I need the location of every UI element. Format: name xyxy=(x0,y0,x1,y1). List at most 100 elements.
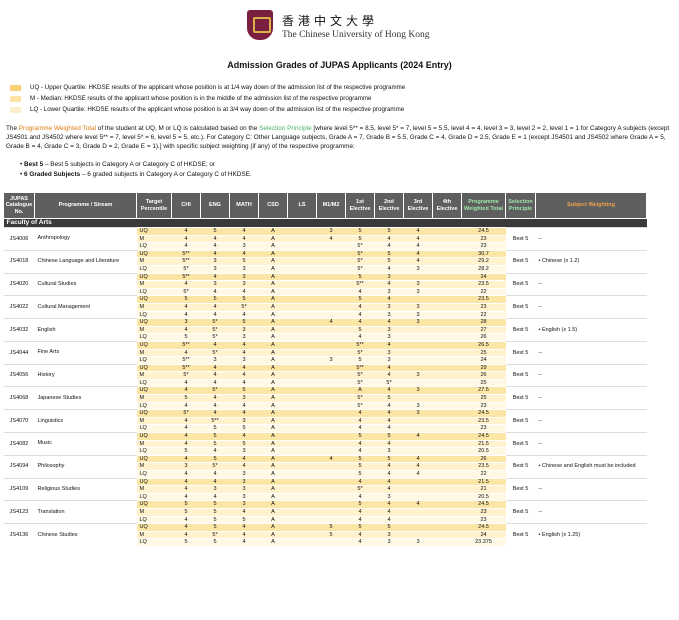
catalogue-number: JS4006 xyxy=(3,227,35,251)
target-percentile: LQ xyxy=(136,447,172,456)
grade-e1: 5 xyxy=(345,234,375,243)
header-programme: Programme / Stream xyxy=(34,192,137,219)
note-text: The xyxy=(6,125,19,132)
grade-chi: 5 xyxy=(171,333,201,342)
grade-e4 xyxy=(432,515,462,524)
grade-math: 4 xyxy=(229,348,259,357)
grade-math: 4 xyxy=(229,409,259,418)
grade-e4 xyxy=(432,318,462,327)
grade-e3: 3 xyxy=(403,386,433,395)
grade-eng: 4 xyxy=(200,310,230,319)
programme-name: Cultural Management xyxy=(34,295,137,319)
grade-e4 xyxy=(432,470,462,479)
target-percentile: LQ xyxy=(136,401,172,410)
grade-e1: 5 xyxy=(345,454,375,463)
selection-principle: Best 5 xyxy=(505,409,536,433)
grade-eng: 3 xyxy=(200,485,230,494)
grade-total: 29 xyxy=(461,363,506,372)
grade-ls xyxy=(287,439,317,448)
grade-ls xyxy=(287,500,317,509)
subject-weighting: -- xyxy=(535,227,647,251)
grade-e2: 3 xyxy=(374,333,404,342)
grade-ls xyxy=(287,394,317,403)
grade-e2: 5 xyxy=(374,432,404,441)
grade-m: 5 xyxy=(316,523,346,532)
grade-e3 xyxy=(403,348,433,357)
grade-ls xyxy=(287,295,317,304)
grade-csd: A xyxy=(258,264,288,274)
grade-chi: 5 xyxy=(171,500,201,509)
table-row: JS4018 Chinese Language and Literature UQ 5… xyxy=(3,249,647,274)
grade-ls xyxy=(287,310,317,319)
grade-ls xyxy=(287,378,317,387)
grade-math: 3 xyxy=(229,470,259,479)
grade-ls xyxy=(287,401,317,410)
grade-e4 xyxy=(432,439,462,448)
grade-eng: 5 xyxy=(200,424,230,433)
target-percentile: UQ xyxy=(136,500,172,509)
catalogue-number: JS4044 xyxy=(3,340,35,365)
grade-e2: 4 xyxy=(374,416,404,425)
grade-e1: 4 xyxy=(345,447,375,456)
grade-m xyxy=(316,295,346,304)
grade-math: 3 xyxy=(229,333,259,342)
grade-chi: 4 xyxy=(171,234,201,243)
grade-e4 xyxy=(432,386,462,395)
faculty-name: Faculty of Arts xyxy=(3,218,647,228)
table-row: JS4070 Linguistics UQ 5* 4 4 A 4 4 3 24.5 Best 5 -- xyxy=(3,409,647,433)
grade-total: 23 xyxy=(461,424,506,433)
selection-principle: Best 5 xyxy=(505,295,536,319)
grade-m xyxy=(316,257,346,266)
grade-m xyxy=(316,272,346,281)
grade-csd: A xyxy=(258,363,288,372)
grade-e3: 3 xyxy=(403,287,433,296)
grade-m xyxy=(316,287,346,296)
grade-math: 3 xyxy=(229,272,259,281)
grade-ls xyxy=(287,538,317,546)
grade-ls xyxy=(287,371,317,380)
grade-e1: 5* xyxy=(345,378,375,387)
grade-math: 4 xyxy=(229,462,259,471)
grade-csd: A xyxy=(258,386,288,395)
grade-chi: 4 xyxy=(171,242,201,251)
grade-total: 25 xyxy=(461,394,506,403)
grade-m xyxy=(316,492,346,501)
grade-e2: 4 xyxy=(374,401,404,410)
grade-e4 xyxy=(432,325,462,334)
table-row: JS4056 History UQ 5** 4 4 A 5** 4 29 Best 5 -- xyxy=(3,363,647,387)
grade-m xyxy=(316,477,346,486)
grade-total: 20.5 xyxy=(461,447,506,456)
grade-total: 26 xyxy=(461,371,506,380)
grade-chi: 4 xyxy=(171,310,201,319)
grade-m xyxy=(316,439,346,448)
grade-math: 3 xyxy=(229,416,259,425)
grade-math: 4 xyxy=(229,538,259,546)
grade-e1: 5* xyxy=(345,348,375,357)
grade-total: 23.5 xyxy=(461,280,506,289)
grade-ls xyxy=(287,333,317,342)
target-percentile: UQ xyxy=(136,386,172,395)
grade-math: 3 xyxy=(229,394,259,403)
target-percentile: M xyxy=(136,348,172,357)
header-selection-principle: Selection Principle xyxy=(505,192,536,219)
grade-eng: 5 xyxy=(200,500,230,509)
grade-e2: 4 xyxy=(374,439,404,448)
legend-text: M - Median: HKDSE results of the applica… xyxy=(30,95,372,102)
grade-math: 4 xyxy=(229,378,259,387)
grade-e1: 4 xyxy=(345,530,375,539)
legend-swatch xyxy=(10,84,21,91)
catalogue-number: JS4068 xyxy=(3,386,35,410)
grade-e2: 4 xyxy=(374,409,404,418)
grade-chi: 4 xyxy=(171,485,201,494)
table-row: JS4044 Fine Arts UQ 5** 4 4 A 5** 4 26.5 Best 5 -- xyxy=(3,340,647,365)
grade-total: 23 xyxy=(461,401,506,410)
grade-e3: 3 xyxy=(403,302,433,312)
grade-ls xyxy=(287,416,317,425)
grade-e2: 5 xyxy=(374,394,404,403)
grade-e4 xyxy=(432,234,462,243)
subject-weighting: -- xyxy=(535,340,647,365)
grade-ls xyxy=(287,287,317,296)
grade-eng: 4 xyxy=(200,378,230,387)
grade-math: 4 xyxy=(229,340,259,349)
grade-e1: 5* xyxy=(345,371,375,380)
